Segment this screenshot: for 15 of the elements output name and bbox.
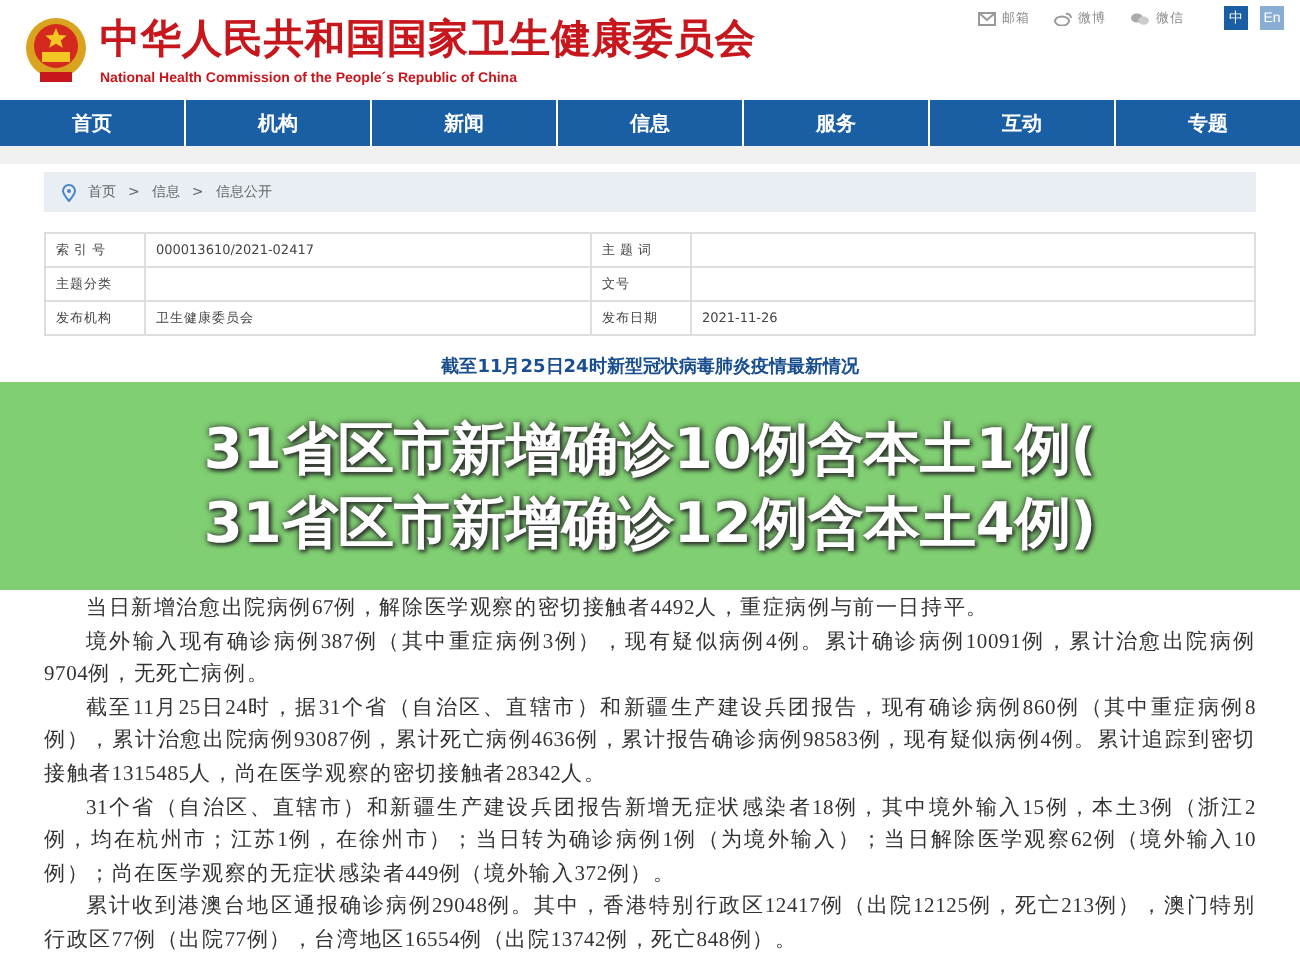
article-paragraph: 截至11月25日24时，据31个省（自治区、直辖市）和新疆生产建设兵团报告，现有确诊病例860例（其中重症病例8例），累计治愈出院病例93087例，累计死亡病例4636例，累计报告确诊病例98583例，现有疑似病例4例。累计追踪到密切接触者1315485人，尚在医学观察的密切接触者28342人。	[44, 694, 1256, 790]
article-paragraph: 当日新增治愈出院病例67例，解除医学观察的密切接触者4492人，重症病例与前一日持平。	[84, 594, 991, 624]
location-pin-icon	[62, 183, 76, 201]
banner-headline: 31省区市新增确诊12例含本土4例)	[203, 488, 1097, 560]
site-title: 中华人民共和国国家卫生健康委员会	[100, 12, 756, 66]
emblem-logo	[24, 15, 88, 83]
nav-item[interactable]: 首页	[0, 100, 184, 146]
mail-icon	[978, 11, 996, 25]
article-paragraph: 境外输入现有确诊病例387例（其中重症病例3例），现有疑似病例4例。累计确诊病例10091例，累计治愈出院病例9704例，无死亡病例。	[44, 628, 1256, 691]
article-paragraph: 累计收到港澳台地区通报确诊病例29048例。其中，香港特别行政区12417例（出院12125例，死亡213例），澳门特别行政区77例（出院77例），台湾地区16554例（出院13742例，死亡848例）。	[44, 892, 1256, 956]
article-paragraph: 31个省（自治区、直辖市）和新疆生产建设兵团报告新增无症状感染者18例，其中境外输入15例，本土3例（浙江2例，均在杭州市；江苏1例，在徐州市）；当日转为确诊病例1例（为境外输入）；当日解除医学观察62例（境外输入10例）；尚在医学观察的无症状感染者449例（境外输入372例）。	[44, 794, 1256, 890]
banner-headline: 31省区市新增确诊10例含本土1例(	[203, 414, 1097, 486]
chat-bubbles-icon	[1130, 11, 1150, 25]
article-title: 截至11月25日24时新型冠状病毒肺炎疫情最新情况	[439, 354, 861, 380]
weibo-icon	[1054, 11, 1072, 25]
